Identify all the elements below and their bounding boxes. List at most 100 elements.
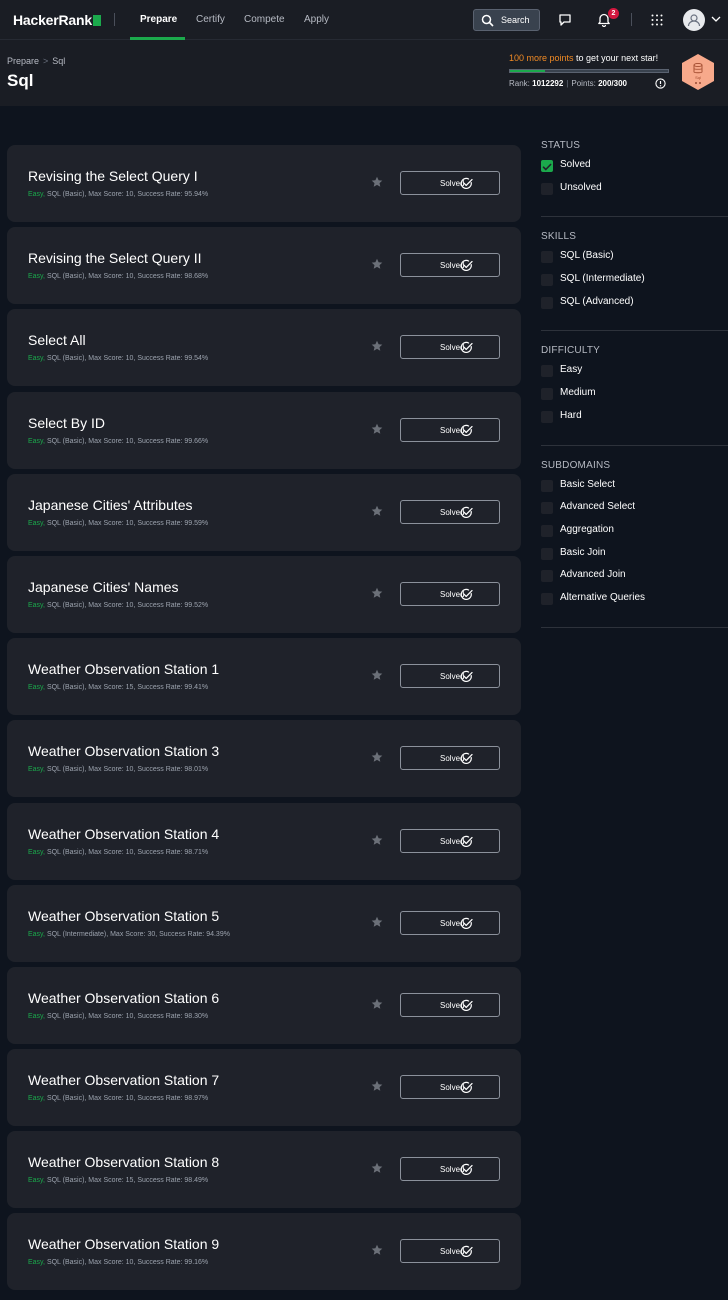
challenge-details: SQL (Basic), Max Score: 15, Success Rate… <box>45 1177 209 1185</box>
challenge-card[interactable]: Weather Observation Station 6 Easy, SQL … <box>7 966 521 1044</box>
solved-button[interactable]: Solved <box>400 171 500 195</box>
filter-checkbox[interactable] <box>541 570 553 583</box>
breadcrumb-prepare[interactable]: Prepare <box>7 56 39 66</box>
nav-link-apply[interactable]: Apply <box>304 14 329 25</box>
challenge-title[interactable]: Weather Observation Station 8 <box>28 1154 219 1170</box>
star-icon[interactable] <box>371 1162 383 1174</box>
challenge-card[interactable]: Select All Easy, SQL (Basic), Max Score:… <box>7 309 521 387</box>
challenge-card[interactable]: Weather Observation Station 5 Easy, SQL … <box>7 884 521 962</box>
filter-checkbox[interactable] <box>541 296 553 309</box>
solved-button[interactable]: Solved <box>400 992 500 1017</box>
nav-link-compete[interactable]: Compete <box>244 14 285 25</box>
filter-option-solved[interactable]: Solved <box>541 159 728 182</box>
challenge-title[interactable]: Weather Observation Station 3 <box>28 743 219 759</box>
challenge-card[interactable]: Revising the Select Query I Easy, SQL (B… <box>7 145 521 222</box>
solved-button[interactable]: Solved <box>400 1239 500 1264</box>
challenge-title[interactable]: Weather Observation Station 9 <box>28 1236 219 1252</box>
filter-checkbox[interactable] <box>541 502 553 515</box>
solved-button[interactable]: Solved <box>400 417 500 442</box>
filter-checkbox[interactable] <box>541 182 553 195</box>
sql-badge-hexagon[interactable]: Sql <box>680 53 716 91</box>
challenge-card[interactable]: Weather Observation Station 7 Easy, SQL … <box>7 1049 521 1127</box>
apps-grid-icon[interactable] <box>651 14 663 26</box>
filter-checkbox[interactable] <box>541 547 553 560</box>
filter-checkbox[interactable] <box>541 524 553 537</box>
filter-option-alternative-queries[interactable]: Alternative Queries <box>541 592 728 615</box>
star-icon[interactable] <box>371 176 383 188</box>
filter-option-easy[interactable]: Easy <box>541 364 728 387</box>
filter-option-sql-advanced[interactable]: SQL (Advanced) <box>541 296 728 319</box>
filter-checkbox[interactable] <box>541 388 553 401</box>
star-icon[interactable] <box>371 834 383 846</box>
filter-option-advanced-join[interactable]: Advanced Join <box>541 569 728 592</box>
solved-button[interactable]: Solved <box>400 581 500 606</box>
challenge-card[interactable]: Weather Observation Station 3 Easy, SQL … <box>7 720 521 798</box>
challenge-title[interactable]: Weather Observation Station 6 <box>28 990 219 1006</box>
solved-button[interactable]: Solved <box>400 910 500 935</box>
challenge-card[interactable]: Japanese Cities' Names Easy, SQL (Basic)… <box>7 555 521 633</box>
challenge-card[interactable]: Weather Observation Station 1 Easy, SQL … <box>7 638 521 716</box>
star-icon[interactable] <box>371 505 383 517</box>
search-button[interactable]: Search <box>473 9 540 31</box>
filter-option-unsolved[interactable]: Unsolved <box>541 182 728 205</box>
filter-option-advanced-select[interactable]: Advanced Select <box>541 501 728 524</box>
solved-button[interactable]: Solved <box>400 1157 500 1182</box>
star-icon[interactable] <box>371 916 383 928</box>
challenge-title[interactable]: Revising the Select Query II <box>28 250 202 266</box>
nav-link-certify[interactable]: Certify <box>196 14 225 25</box>
filter-checkbox[interactable] <box>541 251 553 264</box>
challenge-card[interactable]: Weather Observation Station 4 Easy, SQL … <box>7 802 521 880</box>
challenge-title[interactable]: Weather Observation Station 7 <box>28 1072 219 1088</box>
solved-button[interactable]: Solved <box>400 253 500 278</box>
info-icon[interactable] <box>655 78 666 89</box>
filter-option-hard[interactable]: Hard <box>541 410 728 433</box>
filter-option-aggregation[interactable]: Aggregation <box>541 524 728 547</box>
filter-option-medium[interactable]: Medium <box>541 387 728 410</box>
nav-link-prepare[interactable]: Prepare <box>140 14 177 25</box>
avatar[interactable] <box>683 9 705 31</box>
challenge-card[interactable]: Weather Observation Station 9 Easy, SQL … <box>7 1213 521 1291</box>
challenge-card[interactable]: Select By ID Easy, SQL (Basic), Max Scor… <box>7 391 521 469</box>
star-icon[interactable] <box>371 340 383 352</box>
filter-checkbox[interactable] <box>541 479 553 492</box>
challenge-title[interactable]: Weather Observation Station 5 <box>28 908 219 924</box>
filter-checkbox[interactable] <box>541 365 553 378</box>
difficulty-label: Easy, <box>28 191 45 198</box>
chevron-down-icon[interactable] <box>711 16 721 23</box>
filter-option-basic-join[interactable]: Basic Join <box>541 547 728 570</box>
star-icon[interactable] <box>371 587 383 599</box>
star-icon[interactable] <box>371 998 383 1010</box>
star-icon[interactable] <box>371 1080 383 1092</box>
filter-checkbox[interactable] <box>541 410 553 423</box>
filter-option-sql-intermediate[interactable]: SQL (Intermediate) <box>541 273 728 296</box>
challenge-card[interactable]: Revising the Select Query II Easy, SQL (… <box>7 227 521 305</box>
chat-icon[interactable] <box>558 13 572 27</box>
solved-button[interactable]: Solved <box>400 664 500 689</box>
solved-button[interactable]: Solved <box>400 335 500 360</box>
filter-option-basic-select[interactable]: Basic Select <box>541 479 728 502</box>
star-icon[interactable] <box>371 258 383 270</box>
star-icon[interactable] <box>371 1244 383 1256</box>
filter-checkbox[interactable] <box>541 160 553 172</box>
star-icon[interactable] <box>371 751 383 763</box>
challenge-meta: Easy, SQL (Basic), Max Score: 15, Succes… <box>28 1177 208 1184</box>
filter-checkbox[interactable] <box>541 592 553 605</box>
challenge-title[interactable]: Weather Observation Station 4 <box>28 826 219 842</box>
challenge-title[interactable]: Select By ID <box>28 415 105 431</box>
challenge-card[interactable]: Weather Observation Station 8 Easy, SQL … <box>7 1131 521 1209</box>
filter-option-sql-basic[interactable]: SQL (Basic) <box>541 250 728 273</box>
solved-button[interactable]: Solved <box>400 828 500 853</box>
challenge-title[interactable]: Select All <box>28 332 86 348</box>
solved-button[interactable]: Solved <box>400 499 500 524</box>
challenge-title[interactable]: Japanese Cities' Attributes <box>28 497 193 513</box>
solved-button[interactable]: Solved <box>400 746 500 771</box>
hackerrank-logo[interactable]: HackerRank <box>13 12 101 28</box>
star-icon[interactable] <box>371 423 383 435</box>
challenge-title[interactable]: Japanese Cities' Names <box>28 579 179 595</box>
star-icon[interactable] <box>371 669 383 681</box>
challenge-title[interactable]: Weather Observation Station 1 <box>28 661 219 677</box>
challenge-title[interactable]: Revising the Select Query I <box>28 168 198 184</box>
challenge-card[interactable]: Japanese Cities' Attributes Easy, SQL (B… <box>7 473 521 551</box>
solved-button[interactable]: Solved <box>400 1075 500 1100</box>
filter-checkbox[interactable] <box>541 274 553 287</box>
